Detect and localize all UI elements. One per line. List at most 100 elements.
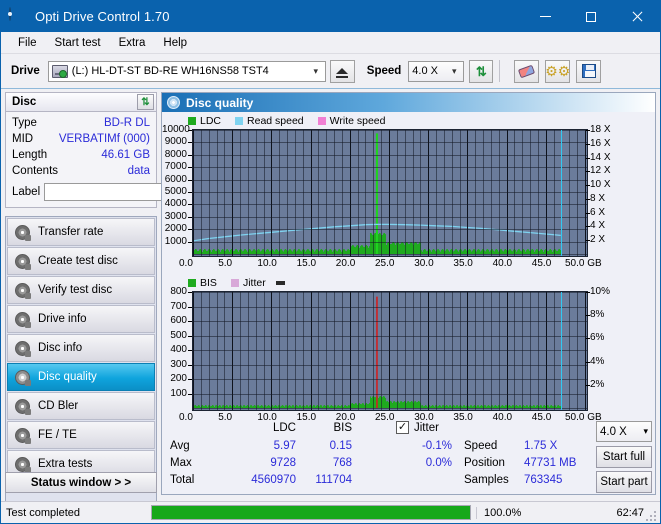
disc-row-mid-key: MID [12, 133, 34, 145]
gridline-vertical [209, 292, 210, 410]
app-window: Opti Drive Control 1.70 File Start test … [0, 0, 661, 524]
settings-button[interactable]: ⚙⚙ [545, 59, 571, 83]
gridline-vertical [326, 292, 327, 410]
gridline-vertical [311, 130, 312, 256]
y-axis-tick [188, 241, 192, 243]
y-axis-tick-label: 6000 [164, 173, 187, 185]
chart-bottom: 800 700 600 500 400 300 200 100 10% 8% 6% 4% 2% 0.0 5.… [162, 286, 655, 429]
erase-button[interactable] [514, 59, 540, 83]
legend-swatch-read-speed [235, 116, 244, 125]
sidebar-item-drive-info[interactable]: Drive info [7, 305, 155, 333]
speed-select[interactable]: 4.0 X ▾ [408, 60, 465, 82]
jitter-avg: -0.1% [421, 440, 452, 452]
sidebar-item-disc-info[interactable]: Disc info [7, 334, 155, 362]
refresh-drive-button[interactable]: ⇅ [469, 59, 494, 83]
gridline-vertical [554, 130, 555, 256]
sidebar-item-label: Disc info [38, 342, 83, 354]
chevron-down-icon: ▾ [643, 426, 648, 436]
menu-item-file[interactable]: File [9, 35, 46, 51]
gridline-vertical [538, 292, 539, 410]
eject-icon [336, 68, 349, 78]
legend-marker-icon [275, 280, 285, 285]
jitter-label: Jitter [414, 422, 439, 434]
gridline-vertical [522, 292, 523, 410]
chart-cursor-line [561, 130, 562, 256]
chart-bottom-plot[interactable] [192, 291, 588, 411]
menu-item-help[interactable]: Help [154, 35, 196, 51]
start-part-button[interactable]: Start part [596, 471, 652, 493]
x-axis-tick-label: 15.0 [296, 258, 317, 269]
disc-row-mid: MID VERBATIMf (000) [12, 131, 150, 147]
y2-axis-tick [586, 171, 590, 173]
menu-item-start-test[interactable]: Start test [46, 35, 110, 51]
gridline-vertical [397, 130, 398, 256]
gridline-vertical [287, 292, 288, 410]
chart-top: 10000 9000 8000 7000 6000 5000 4000 3000 2000 100… [162, 124, 655, 275]
jitter-checkbox[interactable]: ✓ [396, 421, 409, 434]
drive-select-value: (L:) HL-DT-ST BD-RE WH16NS58 TST4 [71, 65, 269, 77]
chart-top-plot[interactable] [192, 129, 588, 257]
sidebar-item-disc-quality[interactable]: Disc quality [7, 363, 155, 391]
speed-select-value: 4.0 X [412, 65, 438, 77]
close-button[interactable] [614, 1, 660, 32]
gear-icon: ⚙⚙ [545, 63, 571, 79]
stats-row-max-label: Max [170, 457, 192, 469]
speed-stat-value: 1.75 X [524, 440, 558, 452]
disc-refresh-button[interactable]: ⇅ [137, 94, 154, 110]
gridline-vertical [499, 130, 500, 256]
sidebar-item-create-test-disc[interactable]: Create test disc [7, 247, 155, 275]
gridline-horizontal [193, 350, 587, 351]
x-axis-tick-label: 30.0 [414, 258, 434, 269]
gridline-vertical [569, 130, 570, 256]
position-stat-value: 47731 MB [524, 457, 577, 469]
maximize-button[interactable] [568, 1, 614, 32]
stats-area: LDC BIS Avg 5.97 0.15 Max 9728 768 Total… [162, 420, 655, 494]
gridline-vertical [381, 292, 382, 410]
progress-percent: 100.0% [476, 506, 556, 519]
chevron-down-icon: ▾ [452, 65, 457, 76]
eject-button[interactable] [329, 59, 355, 83]
minimize-button[interactable] [522, 1, 568, 32]
sidebar-item-label: Drive info [38, 313, 87, 325]
sidebar-item-fe-te[interactable]: FE / TE [7, 421, 155, 449]
gridline-vertical [373, 292, 374, 410]
panel-header: Disc quality [162, 93, 655, 112]
sidebar-item-label: Disc quality [38, 371, 97, 383]
start-full-button[interactable]: Start full [596, 446, 652, 468]
test-speed-select[interactable]: 4.0 X ▾ [596, 421, 652, 442]
disc-quality-icon [167, 96, 180, 109]
drive-select[interactable]: (L:) HL-DT-ST BD-RE WH16NS58 TST4 ▾ [47, 60, 326, 82]
gridline-vertical [530, 292, 531, 410]
gridline-horizontal [193, 192, 587, 193]
verify-test-disc-icon [15, 282, 31, 299]
disc-panel-title: Disc [12, 96, 37, 108]
y2-axis-tick [586, 185, 590, 187]
disc-quality-icon [15, 369, 31, 386]
y2-axis-tick [586, 212, 590, 214]
gridline-vertical [507, 130, 508, 256]
sidebar-item-label: Create test disc [38, 255, 118, 267]
stats-header-ldc: LDC [272, 422, 296, 434]
status-window-button[interactable]: Status window > > [5, 472, 157, 493]
y-axis-tick [188, 292, 192, 293]
gridline-vertical [420, 130, 421, 256]
gridline-vertical [240, 292, 241, 410]
y-axis-tick [188, 321, 192, 322]
menu-item-extra[interactable]: Extra [110, 35, 155, 51]
y-axis-tick-label: 2000 [164, 223, 187, 235]
y2-axis-tick [586, 361, 590, 363]
disc-row-type-key: Type [12, 117, 37, 129]
gridline-vertical [279, 292, 280, 410]
menu-bar: File Start test Extra Help [1, 32, 660, 54]
y2-axis-tick [586, 240, 590, 242]
gridline-vertical [224, 292, 225, 410]
sidebar-item-verify-test-disc[interactable]: Verify test disc [7, 276, 155, 304]
sidebar-item-cd-bler[interactable]: CD Bler [7, 392, 155, 420]
gridline-vertical [209, 130, 210, 256]
gridline-vertical [264, 130, 265, 256]
gridline-vertical [444, 292, 445, 410]
resize-grip-icon[interactable] [646, 509, 658, 521]
sidebar-item-transfer-rate[interactable]: Transfer rate [7, 218, 155, 246]
save-button[interactable] [576, 59, 602, 83]
gridline-vertical [232, 130, 233, 256]
